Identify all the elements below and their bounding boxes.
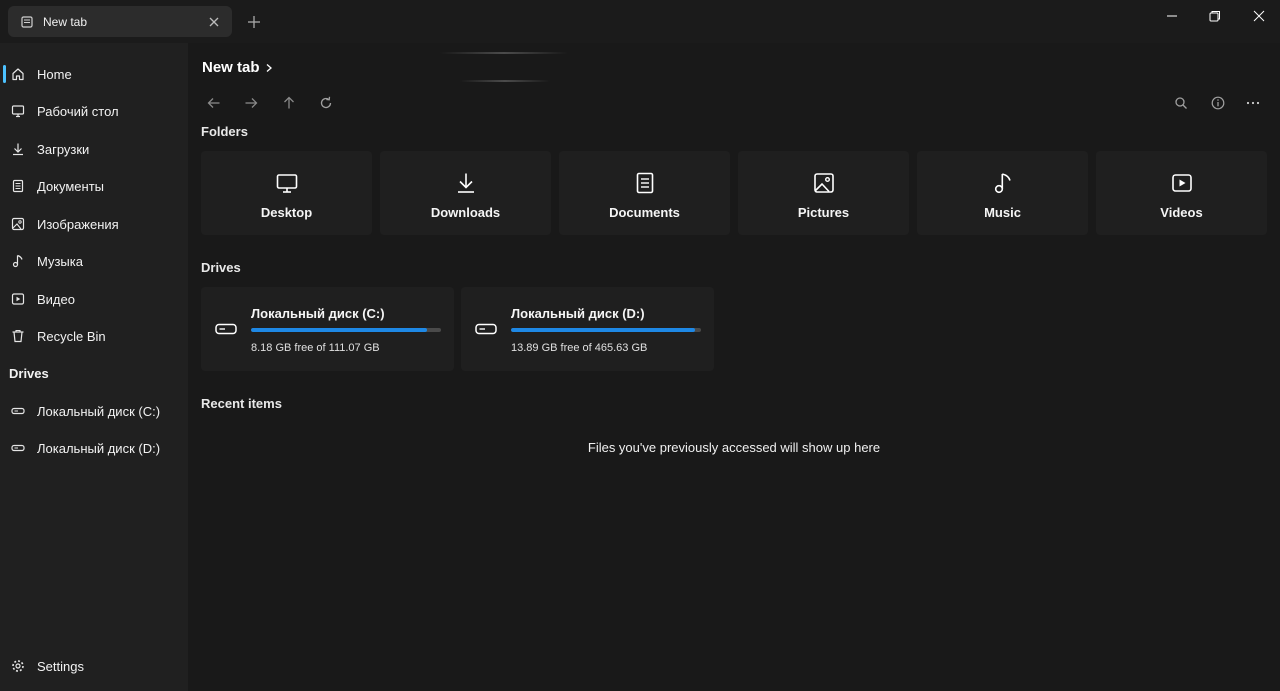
music-icon <box>11 254 25 268</box>
drive-usage-bar <box>511 328 701 332</box>
sidebar-item-desktop[interactable]: Рабочий стол <box>0 93 187 129</box>
folder-card-videos[interactable]: Videos <box>1096 151 1267 235</box>
close-tab-icon[interactable] <box>207 15 221 29</box>
sidebar-item-downloads[interactable]: Загрузки <box>0 131 187 167</box>
sidebar-item-pictures[interactable]: Изображения <box>0 206 187 242</box>
recycle-bin-icon <box>11 329 25 343</box>
tab-new-tab[interactable]: New tab <box>8 6 232 37</box>
recent-items-section-title: Recent items <box>201 396 282 411</box>
desktop-icon <box>275 171 299 195</box>
folder-card-downloads[interactable]: Downloads <box>380 151 551 235</box>
download-icon <box>454 171 478 195</box>
sidebar-item-label: Документы <box>37 178 105 194</box>
tab-title: New tab <box>43 14 88 29</box>
folder-card-label: Downloads <box>430 205 501 220</box>
tab-page-icon <box>21 15 33 28</box>
drive-icon <box>11 441 25 455</box>
sidebar-item-settings[interactable]: Settings <box>0 648 187 684</box>
sidebar-item-music[interactable]: Музыка <box>0 243 187 279</box>
sidebar-item-label: Загрузки <box>37 141 90 157</box>
video-icon <box>11 292 25 306</box>
video-icon <box>1170 171 1194 195</box>
sidebar-item-home[interactable]: Home <box>0 56 187 92</box>
drive-icon <box>11 404 25 418</box>
sidebar-item-label: Видео <box>37 291 75 307</box>
refresh-icon[interactable] <box>318 95 334 111</box>
sidebar-item-label: Музыка <box>37 253 83 269</box>
home-icon <box>11 67 25 81</box>
drive-usage-bar <box>251 328 441 332</box>
folder-card-label: Documents <box>609 205 680 220</box>
folder-card-music[interactable]: Music <box>917 151 1088 235</box>
folder-card-desktop[interactable]: Desktop <box>201 151 372 235</box>
more-options-icon[interactable] <box>1245 95 1261 111</box>
back-arrow-icon[interactable] <box>206 95 222 111</box>
drive-free-space: 8.18 GB free of 111.07 GB <box>251 342 380 354</box>
document-icon <box>633 171 657 195</box>
folder-card-documents[interactable]: Documents <box>559 151 730 235</box>
image-icon <box>812 171 836 195</box>
drives-section-title: Drives <box>201 260 241 275</box>
close-window-icon[interactable] <box>1245 8 1273 24</box>
info-icon[interactable] <box>1210 95 1226 111</box>
sidebar-item-label: Локальный диск (C:) <box>37 403 161 419</box>
drive-card-c[interactable]: Локальный диск (C:) 8.18 GB free of 111.… <box>201 287 454 371</box>
up-arrow-icon[interactable] <box>281 95 297 111</box>
sidebar-item-label: Recycle Bin <box>37 328 106 344</box>
sidebar-drives-header: Drives <box>9 366 49 381</box>
sidebar: Home Рабочий стол Загрузки Документы Изо… <box>0 43 187 691</box>
sidebar-item-drive-d[interactable]: Локальный диск (D:) <box>0 430 187 466</box>
drive-usage-fill <box>251 328 427 332</box>
sidebar-item-label: Home <box>37 66 72 82</box>
sidebar-item-videos[interactable]: Видео <box>0 281 187 317</box>
folder-card-label: Videos <box>1160 205 1203 220</box>
drive-name: Локальный диск (D:) <box>511 306 645 321</box>
download-icon <box>11 142 25 156</box>
sidebar-item-label: Рабочий стол <box>37 103 119 119</box>
drive-icon <box>215 322 237 336</box>
header-divider <box>460 80 550 82</box>
forward-arrow-icon[interactable] <box>243 95 259 111</box>
chevron-right-icon[interactable] <box>264 63 274 73</box>
desktop-icon <box>11 104 25 118</box>
add-tab-icon[interactable] <box>246 14 262 30</box>
restore-icon[interactable] <box>1201 8 1229 24</box>
sidebar-item-drive-c[interactable]: Локальный диск (C:) <box>0 393 187 429</box>
folder-card-pictures[interactable]: Pictures <box>738 151 909 235</box>
folder-card-label: Pictures <box>797 205 850 220</box>
drive-name: Локальный диск (C:) <box>251 306 385 321</box>
folder-card-label: Music <box>984 205 1021 220</box>
drive-card-d[interactable]: Локальный диск (D:) 13.89 GB free of 465… <box>461 287 714 371</box>
drive-free-space: 13.89 GB free of 465.63 GB <box>511 342 648 354</box>
title-bar: New tab <box>0 0 1280 43</box>
recent-items-empty-message: Files you've previously accessed will sh… <box>587 440 881 455</box>
main-content: New tab Folders Desktop Downloads Docume… <box>188 43 1280 691</box>
drive-icon <box>475 322 497 336</box>
document-icon <box>11 179 25 193</box>
gear-icon <box>11 659 25 673</box>
folder-card-label: Desktop <box>260 205 313 220</box>
sidebar-item-label: Изображения <box>37 216 119 232</box>
breadcrumb-current[interactable]: New tab <box>202 59 260 76</box>
sidebar-item-recycle-bin[interactable]: Recycle Bin <box>0 318 187 354</box>
folders-section-title: Folders <box>201 124 248 139</box>
header-divider <box>440 52 568 54</box>
minimize-icon[interactable] <box>1158 8 1186 24</box>
drive-usage-fill <box>511 328 696 332</box>
image-icon <box>11 217 25 231</box>
sidebar-item-documents[interactable]: Документы <box>0 168 187 204</box>
music-icon <box>991 171 1015 195</box>
sidebar-item-label: Локальный диск (D:) <box>37 440 161 456</box>
search-icon[interactable] <box>1173 95 1189 111</box>
sidebar-item-label: Settings <box>37 658 84 674</box>
